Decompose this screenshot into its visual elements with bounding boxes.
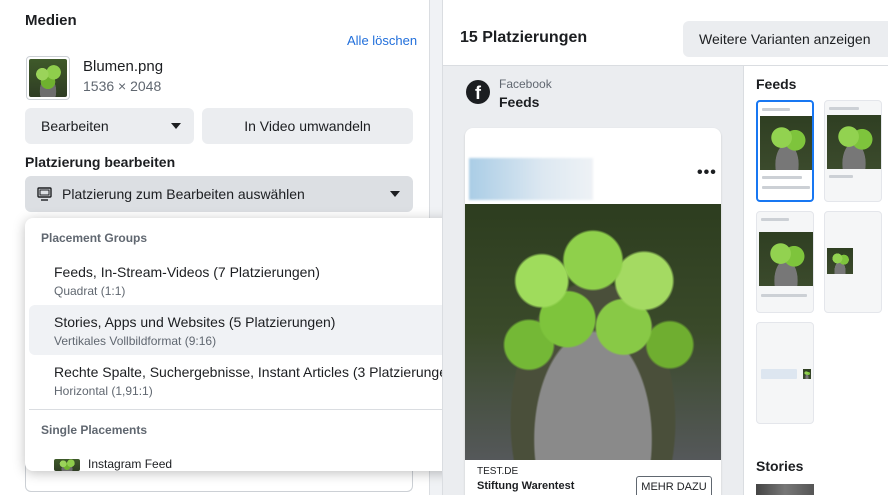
thumb-feeds-3[interactable] bbox=[756, 211, 814, 313]
clear-all-link[interactable]: Alle löschen bbox=[347, 33, 417, 48]
placement-select[interactable]: Platzierung zum Bearbeiten auswählen bbox=[25, 176, 413, 212]
file-dimensions: 1536 × 2048 bbox=[83, 78, 162, 94]
placement-option-feeds[interactable]: Feeds, In-Stream-Videos (7 Platzierungen… bbox=[29, 255, 473, 305]
placement-option-stories[interactable]: Stories, Apps und Websites (5 Platzierun… bbox=[29, 305, 473, 355]
thumb-feeds-5[interactable] bbox=[756, 322, 814, 424]
cta-button[interactable]: MEHR DAZU bbox=[636, 476, 712, 495]
ad-advertiser-name: Stiftung Warentest bbox=[477, 480, 575, 492]
stories-thumbnail[interactable] bbox=[756, 484, 814, 495]
thumb-feeds-selected[interactable] bbox=[756, 100, 814, 202]
screen-icon bbox=[37, 187, 52, 201]
convert-to-video-button[interactable]: In Video umwandeln bbox=[202, 108, 413, 144]
ad-domain: TEST.DE bbox=[477, 466, 519, 477]
ad-preview-area: f Facebook Feeds ••• TEST.DE Stiftung Wa… bbox=[443, 66, 743, 495]
menu-divider bbox=[29, 409, 473, 410]
blurred-page-header bbox=[469, 158, 593, 200]
placements-count-title: 15 Platzierungen bbox=[460, 29, 588, 46]
placement-option-instagram-feed[interactable]: Instagram Feed bbox=[88, 457, 172, 471]
ad-image bbox=[465, 204, 721, 460]
thumb-feeds-2[interactable] bbox=[824, 100, 882, 202]
facebook-logo-icon: f bbox=[466, 80, 490, 104]
media-section-title: Medien bbox=[25, 12, 77, 29]
more-variants-button[interactable]: Weitere Varianten anzeigen bbox=[683, 21, 888, 57]
placement-name: Feeds bbox=[499, 94, 540, 110]
placement-dropdown-menu: Placement Groups Feeds, In-Stream-Videos… bbox=[25, 218, 477, 471]
option-subtitle: Vertikales Vollbildformat (9:16) bbox=[54, 334, 217, 348]
feeds-section-title: Feeds bbox=[756, 76, 797, 92]
stories-section-title: Stories bbox=[756, 458, 804, 474]
option-title: Stories, Apps und Websites (5 Platzierun… bbox=[54, 314, 336, 330]
media-thumbnail[interactable] bbox=[26, 56, 70, 100]
plant-image bbox=[29, 59, 67, 97]
more-options-icon[interactable]: ••• bbox=[697, 164, 717, 182]
platform-name: Facebook bbox=[499, 77, 552, 91]
feed-ad-card: ••• TEST.DE Stiftung Warentest MEHR DAZU bbox=[465, 128, 721, 495]
caret-down-icon bbox=[171, 123, 181, 129]
placement-option-right-column[interactable]: Rechte Spalte, Suchergebnisse, Instant A… bbox=[29, 355, 473, 405]
caret-down-icon bbox=[390, 191, 400, 197]
preview-header: 15 Platzierungen Weitere Varianten anzei… bbox=[443, 0, 888, 66]
placement-groups-header: Placement Groups bbox=[41, 231, 148, 245]
convert-to-video-label: In Video umwandeln bbox=[244, 118, 371, 134]
placement-thumbnails-sidebar: Feeds Stories bbox=[743, 66, 888, 495]
placement-section-title: Platzierung bearbeiten bbox=[25, 154, 176, 170]
edit-media-button[interactable]: Bearbeiten bbox=[25, 108, 194, 144]
option-subtitle: Horizontal (1,91:1) bbox=[54, 384, 153, 398]
edit-media-label: Bearbeiten bbox=[41, 118, 109, 134]
single-placements-header: Single Placements bbox=[41, 423, 148, 437]
thumb-feeds-4[interactable] bbox=[824, 211, 882, 313]
option-subtitle: Quadrat (1:1) bbox=[54, 284, 126, 298]
placement-select-label: Platzierung zum Bearbeiten auswählen bbox=[62, 186, 305, 202]
preview-panel: 15 Platzierungen Weitere Varianten anzei… bbox=[442, 0, 888, 495]
option-title: Rechte Spalte, Suchergebnisse, Instant A… bbox=[54, 364, 460, 380]
file-name: Blumen.png bbox=[83, 58, 164, 75]
option-title: Feeds, In-Stream-Videos (7 Platzierungen… bbox=[54, 264, 320, 280]
instagram-feed-thumbnail bbox=[54, 459, 80, 471]
